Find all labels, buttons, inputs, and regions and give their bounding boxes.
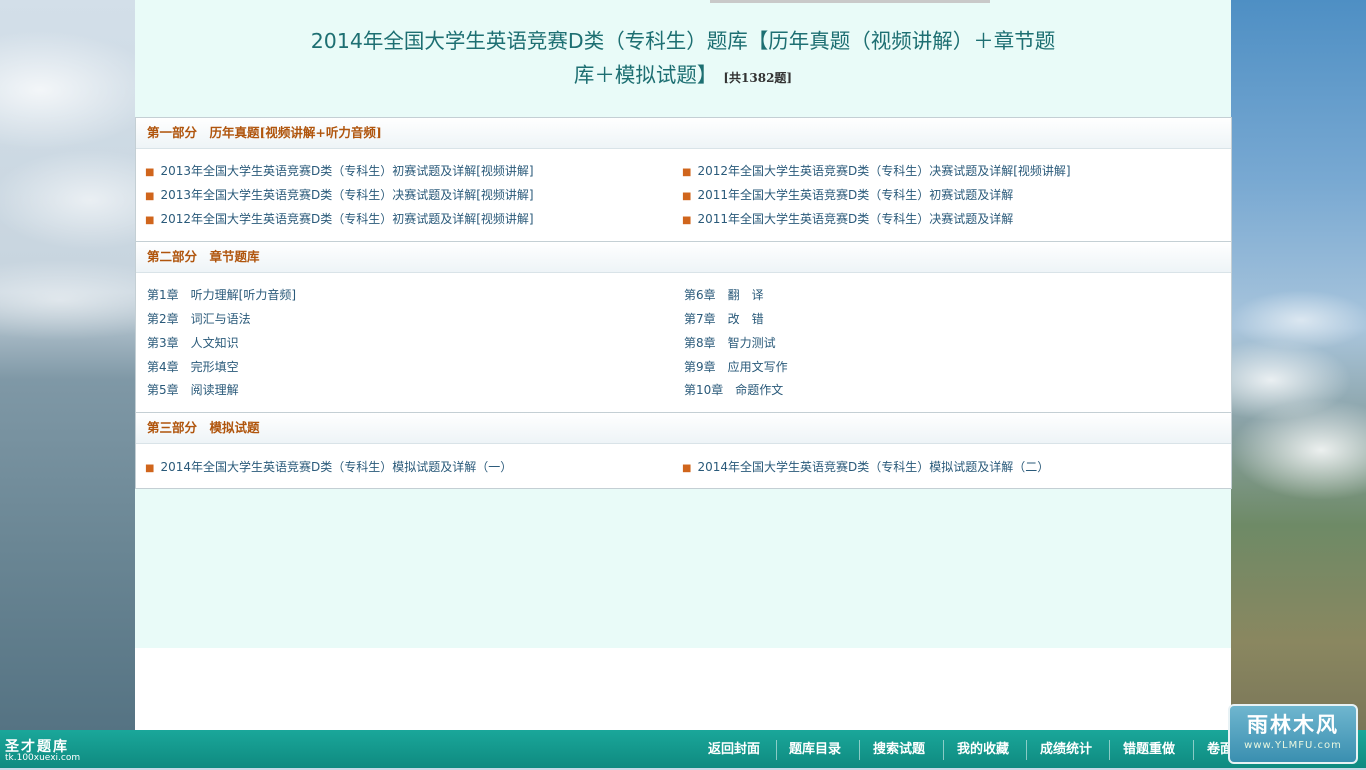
bullet-icon: ■ [682,167,692,178]
list-item[interactable]: ■ 2013年全国大学生英语竞赛D类（专科生）决赛试题及详解[视频讲解] [145,187,534,205]
chapter-link[interactable]: 第1章 听力理解[听力音频] [147,287,296,303]
chapter-link[interactable]: 第5章 阅读理解 [147,382,239,398]
bullet-icon: ■ [145,167,155,178]
title-line-2: 库＋模拟试题】 [共1382题] [255,58,1111,95]
chapter-link[interactable]: 第6章 翻 译 [684,287,764,303]
list-item[interactable]: ■ 2011年全国大学生英语竞赛D类（专科生）初赛试题及详解 [682,187,1013,205]
section-past-exams: 第一部分 历年真题[视频讲解+听力音频] ■ 2013年全国大学生英语竞赛D类（专… [135,117,1232,241]
chapter-link[interactable]: 第8章 智力测试 [684,335,776,351]
nav-redo-mistakes[interactable]: 错题重做 [1123,730,1175,768]
top-shadow-bar [710,0,990,3]
list-item[interactable]: ■ 2011年全国大学生英语竞赛D类（专科生）决赛试题及详解 [682,211,1013,229]
watermark-name: 雨林木风 [1247,712,1339,737]
item-link[interactable]: 2013年全国大学生英语竞赛D类（专科生）决赛试题及详解[视频讲解] [160,188,533,202]
nav-separator [1026,740,1027,760]
chapter-link[interactable]: 第9章 应用文写作 [684,359,788,375]
chapter-link[interactable]: 第4章 完形填空 [147,359,239,375]
item-link[interactable]: 2011年全国大学生英语竞赛D类（专科生）初赛试题及详解 [697,188,1013,202]
item-link[interactable]: 2011年全国大学生英语竞赛D类（专科生）决赛试题及详解 [697,212,1013,226]
section-chapter-bank: 第二部分 章节题库 第1章 听力理解[听力音频] 第2章 词汇与语法 第3章 人… [135,241,1232,412]
list-item[interactable]: ■ 2013年全国大学生英语竞赛D类（专科生）初赛试题及详解[视频讲解] [145,163,534,181]
bullet-icon: ■ [682,215,692,226]
title-line-1: 2014年全国大学生英语竞赛D类（专科生）题库【历年真题（视频讲解）＋章节题 [310,29,1056,53]
item-link[interactable]: 2012年全国大学生英语竞赛D类（专科生）决赛试题及详解[视频讲解] [697,164,1070,178]
item-link[interactable]: 2013年全国大学生英语竞赛D类（专科生）初赛试题及详解[视频讲解] [160,164,533,178]
list-item[interactable]: ■ 2012年全国大学生英语竞赛D类（专科生）初赛试题及详解[视频讲解] [145,211,534,229]
chapter-link[interactable]: 第3章 人文知识 [147,335,239,351]
nav-separator [776,740,777,760]
nav-separator [1109,740,1110,760]
nav-return-cover[interactable]: 返回封面 [708,730,760,768]
section-heading: 第二部分 章节题库 [136,241,1231,273]
page-title: 2014年全国大学生英语竞赛D类（专科生）题库【历年真题（视频讲解）＋章节题 库… [255,24,1111,95]
nav-separator [1193,740,1194,760]
question-count: [共1382题] [723,71,793,85]
desktop-background-right [1231,0,1366,730]
nav-score-stats[interactable]: 成绩统计 [1040,730,1092,768]
bullet-icon: ■ [145,463,155,474]
bullet-icon: ■ [682,191,692,202]
nav-separator [943,740,944,760]
chapter-link[interactable]: 第10章 命题作文 [684,382,783,398]
item-link[interactable]: 2012年全国大学生英语竞赛D类（专科生）初赛试题及详解[视频讲解] [160,212,533,226]
desktop-background-left [0,0,135,730]
bullet-icon: ■ [145,215,155,226]
list-item[interactable]: ■ 2014年全国大学生英语竞赛D类（专科生）模拟试题及详解（二） [682,459,1049,477]
chapter-link[interactable]: 第7章 改 错 [684,311,764,327]
nav-search[interactable]: 搜索试题 [873,730,925,768]
item-link[interactable]: 2014年全国大学生英语竞赛D类（专科生）模拟试题及详解（二） [697,460,1049,474]
section-mock-exams: 第三部分 模拟试题 ■ 2014年全国大学生英语竞赛D类（专科生）模拟试题及详解（… [135,412,1232,489]
list-item[interactable]: ■ 2012年全国大学生英语竞赛D类（专科生）决赛试题及详解[视频讲解] [682,163,1071,181]
watermark-logo: 雨林木风 www.YLMFU.com [1228,704,1358,764]
bullet-icon: ■ [145,191,155,202]
item-link[interactable]: 2014年全国大学生英语竞赛D类（专科生）模拟试题及详解（一） [160,460,512,474]
list-item[interactable]: ■ 2014年全国大学生英语竞赛D类（专科生）模拟试题及详解（一） [145,459,512,477]
bullet-icon: ■ [682,463,692,474]
title-line-2-text: 库＋模拟试题】 [573,63,718,87]
section-heading: 第三部分 模拟试题 [136,412,1231,444]
nav-catalog[interactable]: 题库目录 [789,730,841,768]
nav-favorites[interactable]: 我的收藏 [957,730,1009,768]
footer-toolbar: 圣才题库 tk.100xuexi.com 返回封面 题库目录 搜索试题 我的收藏… [0,730,1366,768]
content-area: 2014年全国大学生英语竞赛D类（专科生）题库【历年真题（视频讲解）＋章节题 库… [135,0,1232,730]
nav-separator [859,740,860,760]
watermark-url: www.YLMFU.com [1244,740,1342,751]
brand-url: tk.100xuexi.com [5,753,81,763]
chapter-link[interactable]: 第2章 词汇与语法 [147,311,251,327]
section-heading: 第一部分 历年真题[视频讲解+听力音频] [136,117,1231,149]
